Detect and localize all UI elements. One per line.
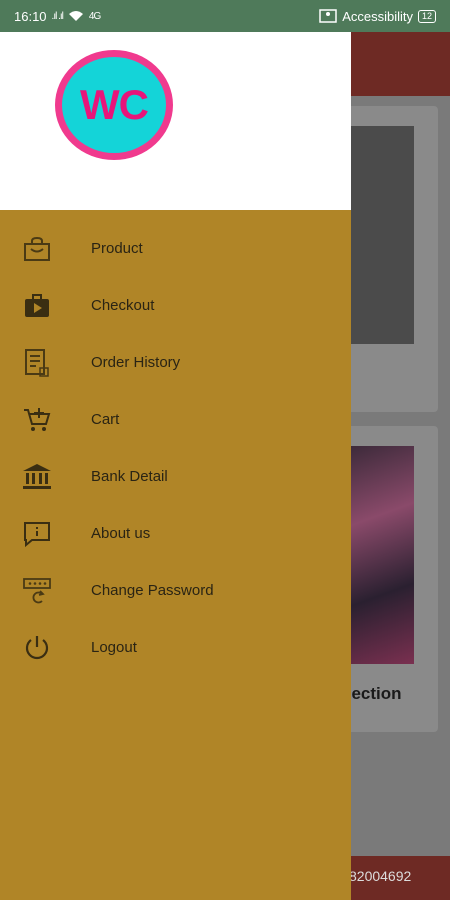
menu-item-cart[interactable]: Cart [0, 391, 351, 448]
menu-item-logout[interactable]: Logout [0, 619, 351, 676]
network-type: 4G [88, 10, 101, 22]
menu-item-order-history[interactable]: Order History [0, 334, 351, 391]
shopping-bag-icon [20, 234, 54, 264]
status-bar: 16:10 .ıl .ıl 4G Accessibility 12 [0, 0, 450, 32]
menu-item-product[interactable]: Product [0, 220, 351, 277]
menu-label: Bank Detail [91, 468, 168, 485]
logo-text: WC [80, 81, 149, 128]
accessibility-icon [319, 9, 337, 23]
signal-icon: .ıl .ıl [51, 10, 64, 22]
menu-label: About us [91, 525, 151, 542]
product-image [348, 446, 414, 664]
info-message-icon [20, 519, 54, 549]
menu-item-about-us[interactable]: About us [0, 505, 351, 562]
menu-item-change-password[interactable]: Change Password [0, 562, 351, 619]
password-refresh-icon [20, 576, 54, 606]
navigation-drawer: WC Product Checkout Order History Cart B… [0, 32, 351, 900]
status-time: 16:10 [14, 8, 47, 24]
product-image [348, 126, 414, 344]
menu-item-checkout[interactable]: Checkout [0, 277, 351, 334]
drawer-header: WC [0, 32, 351, 210]
briefcase-play-icon [20, 291, 54, 321]
menu-label: Order History [91, 354, 181, 371]
bank-icon [20, 462, 54, 492]
menu-label: Product [91, 240, 143, 257]
receipt-icon [20, 348, 54, 378]
accessibility-label: Accessibility [342, 8, 413, 24]
power-icon [20, 633, 54, 663]
app-logo: WC [55, 50, 173, 160]
wifi-icon [68, 10, 84, 22]
menu-label: Change Password [91, 582, 214, 599]
menu-item-bank-detail[interactable]: Bank Detail [0, 448, 351, 505]
menu-label: Checkout [91, 297, 155, 314]
menu-label: Cart [91, 411, 120, 428]
menu-label: Logout [91, 639, 137, 656]
drawer-menu: Product Checkout Order History Cart Bank… [0, 210, 351, 676]
cart-add-icon [20, 405, 54, 435]
battery-icon: 12 [417, 9, 436, 23]
